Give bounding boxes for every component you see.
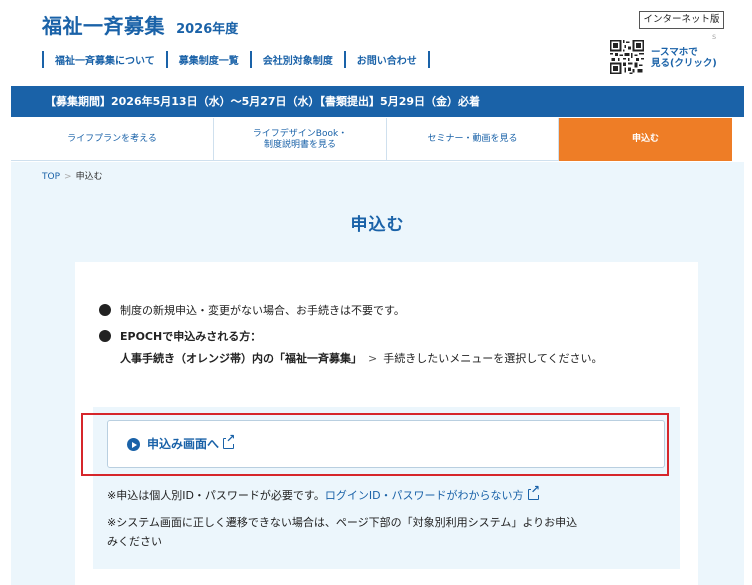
info-text-epoch: EPOCHで申込みされる方： (120, 330, 262, 343)
info-text-no-change: 制度の新規申込・変更がない場合、お手続きは不要です。 (120, 304, 405, 317)
external-link-icon (223, 433, 236, 449)
bullet-dot-icon (99, 330, 111, 342)
nav-divider (427, 50, 430, 68)
internet-version-badge: インターネット版 (639, 11, 724, 29)
nav-link-company-programs[interactable]: 会社別対象制度 (252, 52, 344, 67)
qr-caption-line1: ースマホで (651, 47, 698, 58)
forgot-credentials-link[interactable]: ログインID・パスワードがわからない方 (325, 484, 540, 502)
tab-label: セミナー・動画を見る (427, 134, 518, 144)
apply-screen-button[interactable]: 申込み画面へ (107, 420, 665, 468)
nav-link-about[interactable]: 福祉一斉募集について (44, 52, 166, 67)
bullet-dot-icon (99, 304, 111, 316)
period-banner: 【募集期間】2026年5月13日（水）〜5月27日（水）【書類提出】5月29日（… (11, 86, 744, 117)
apply-screen-link[interactable]: 申込み画面へ (147, 433, 236, 452)
tab-seminar-video[interactable]: セミナー・動画を見る (387, 118, 559, 161)
apply-panel: 申込み画面へ ※申込は個人別ID・パスワードが必要です。ログインID・パスワード… (93, 407, 680, 569)
tiny-mark: s (712, 32, 717, 41)
epoch-instructions: 人事手続き（オレンジ帯）内の「福祉一斉募集」 > 手続きしたいメニューを選択してくだ… (120, 350, 603, 366)
main-content: TOP > 申込む 申込む 制度の新規申込・変更がない場合、お手続きは不要です。 E… (11, 162, 744, 585)
site-title[interactable]: 福祉一斉募集 (42, 14, 165, 38)
login-note-text: ※申込は個人別ID・パスワードが必要です。 (107, 489, 325, 502)
breadcrumb-separator: > (64, 172, 72, 182)
breadcrumb-home-link[interactable]: TOP (42, 172, 60, 182)
tab-label-line2: 制度説明書を見る (263, 139, 336, 150)
qr-caption-line2: 見る(クリック) (651, 58, 717, 69)
tab-label: 申込む (631, 134, 659, 144)
site-year: 2026年度 (176, 22, 239, 37)
main-tabs: ライフプランを考える ライフデザインBook・ 制度説明書を見る セミナー・動画… (11, 118, 732, 161)
top-navigation: 福祉一斉募集について 募集制度一覧 会社別対象制度 お問い合わせ (42, 49, 430, 69)
qr-caption[interactable]: ースマホで 見る(クリック) (651, 47, 717, 69)
tab-life-plan[interactable]: ライフプランを考える (11, 118, 214, 161)
tab-life-design-book[interactable]: ライフデザインBook・ 制度説明書を見る (214, 118, 387, 161)
content-card: 制度の新規申込・変更がない場合、お手続きは不要です。 EPOCHで申込みされる方… (75, 262, 698, 585)
nav-link-programs[interactable]: 募集制度一覧 (168, 52, 250, 67)
tab-label: ライフプランを考える (67, 134, 157, 144)
epoch-menu-text: 手続きしたいメニューを選択してください。 (383, 352, 603, 365)
breadcrumb: TOP > 申込む (42, 169, 103, 182)
nav-link-contact[interactable]: お問い合わせ (346, 52, 428, 67)
external-link-icon (527, 484, 540, 500)
login-note: ※申込は個人別ID・パスワードが必要です。ログインID・パスワードがわからない方 (107, 484, 540, 505)
system-note-line1: ※システム画面に正しく遷移できない場合は、ページ下部の「対象別利用システム」より… (107, 516, 578, 529)
info-bullet: EPOCHで申込みされる方： (99, 328, 261, 345)
qr-code-icon[interactable] (610, 40, 644, 74)
site-header: 福祉一斉募集 2026年度 福祉一斉募集について 募集制度一覧 会社別対象制度 … (0, 0, 752, 86)
breadcrumb-current: 申込む (75, 172, 103, 182)
info-bullet: 制度の新規申込・変更がない場合、お手続きは不要です。 (99, 302, 405, 319)
play-circle-icon (127, 438, 140, 451)
page-title: 申込む (350, 215, 405, 235)
site-title-block[interactable]: 福祉一斉募集 2026年度 (42, 10, 238, 39)
epoch-path-text: 人事手続き（オレンジ帯）内の「福祉一斉募集」 (120, 352, 362, 365)
system-note: ※システム画面に正しく遷移できない場合は、ページ下部の「対象別利用システム」より… (107, 513, 577, 551)
tab-label: ライフデザインBook・ (252, 128, 348, 139)
tab-apply[interactable]: 申込む (559, 118, 732, 161)
system-note-line2: みください (107, 535, 162, 548)
path-arrow: > (368, 352, 378, 365)
